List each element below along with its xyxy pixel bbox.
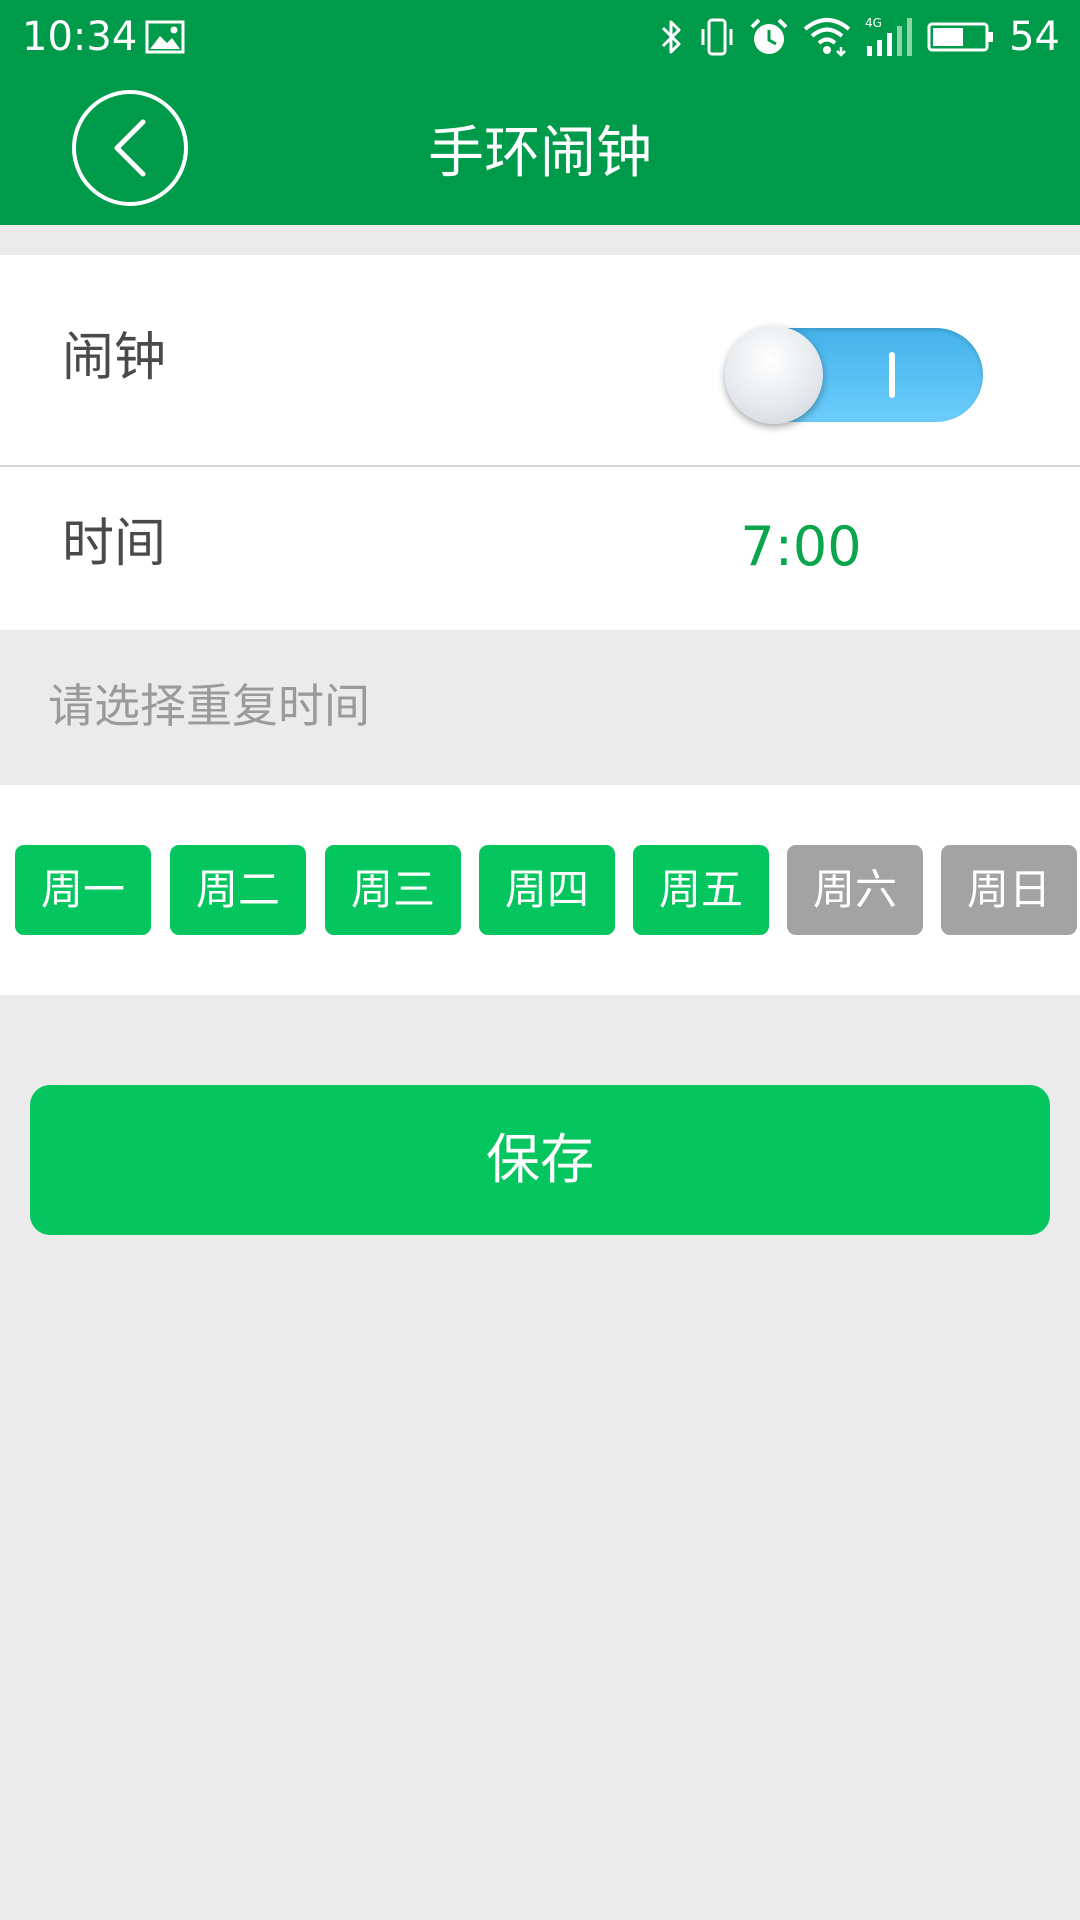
save-button[interactable]: 保存 <box>30 1085 1050 1235</box>
alarm-toggle[interactable] <box>725 326 983 424</box>
gallery-icon <box>145 20 185 54</box>
alarm-row: 闹钟 <box>0 255 1080 465</box>
day-button-sat[interactable]: 周六 <box>787 845 923 935</box>
day-button-mon[interactable]: 周一 <box>15 845 151 935</box>
app-header: 10:34 4G 54 手环闹钟 <box>0 0 1080 225</box>
toggle-on-indicator <box>889 352 895 398</box>
battery-level: 54 <box>1009 14 1060 60</box>
day-button-tue[interactable]: 周二 <box>170 845 306 935</box>
signal-4g-icon: 4G <box>865 16 913 56</box>
status-bar: 10:34 4G 54 <box>0 0 1080 75</box>
status-time: 10:34 <box>22 14 138 60</box>
time-row[interactable]: 时间 7:00 <box>0 467 1080 630</box>
battery-icon <box>927 22 994 52</box>
bluetooth-icon <box>662 20 681 54</box>
days-panel: 周一 周二 周三 周四 周五 周六 周日 <box>0 785 1080 995</box>
wifi-icon <box>803 18 851 57</box>
back-button[interactable] <box>72 90 188 206</box>
day-button-fri[interactable]: 周五 <box>633 845 769 935</box>
day-button-wed[interactable]: 周三 <box>325 845 461 935</box>
chevron-left-icon <box>114 119 146 177</box>
alarm-label: 闹钟 <box>62 328 167 388</box>
svg-text:4G: 4G <box>865 16 882 30</box>
vibrate-icon <box>701 18 733 56</box>
day-button-sun[interactable]: 周日 <box>941 845 1077 935</box>
day-button-thu[interactable]: 周四 <box>479 845 615 935</box>
repeat-hint: 请选择重复时间 <box>48 679 370 733</box>
toggle-knob <box>725 326 823 424</box>
time-value[interactable]: 7:00 <box>740 507 862 587</box>
time-label: 时间 <box>62 514 167 574</box>
status-icons: 4G 54 <box>645 12 1060 62</box>
alarm-clock-icon <box>750 18 788 54</box>
